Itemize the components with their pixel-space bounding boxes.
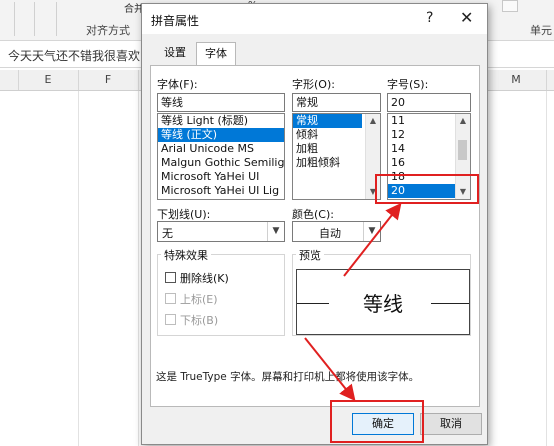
annotation-arrows <box>304 202 402 402</box>
arrow-to-size <box>343 202 402 277</box>
arrow-to-ok <box>304 337 356 402</box>
